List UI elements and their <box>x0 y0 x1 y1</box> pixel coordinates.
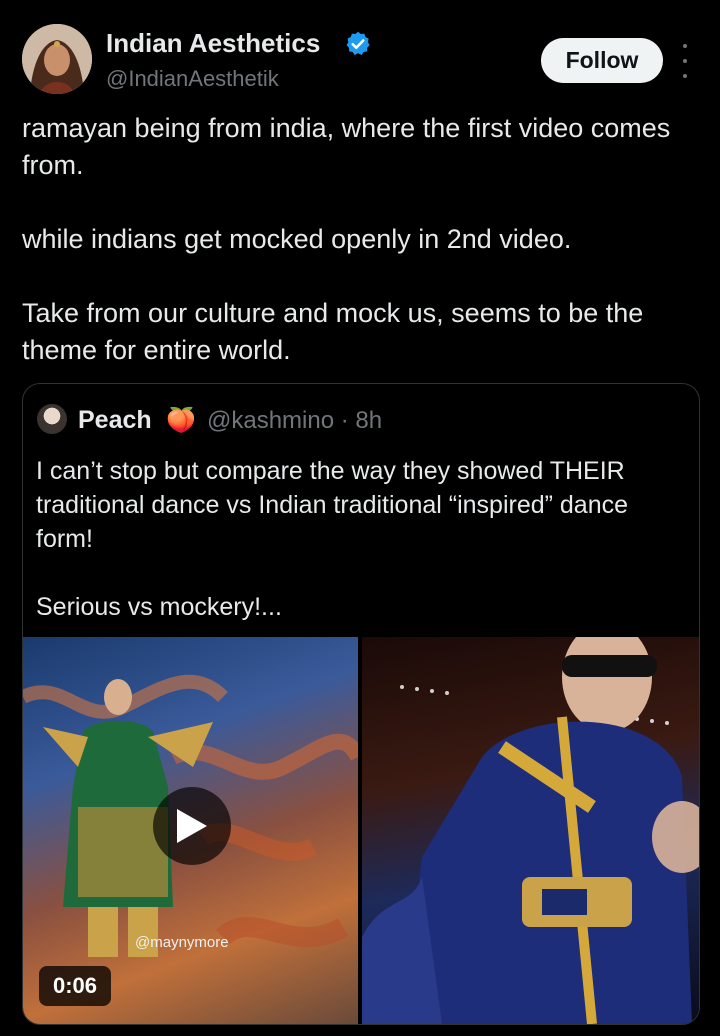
author-handle[interactable]: @IndianAesthetik <box>106 66 279 92</box>
quote-handle[interactable]: @kashmino <box>207 407 334 434</box>
video-watermark: @maynymore <box>135 934 229 951</box>
quote-text: I can’t stop but compare the way they sh… <box>36 454 686 624</box>
quoted-tweet[interactable]: Peach 🍑 @kashmino · 8h I can’t stop but … <box>22 383 700 1025</box>
quote-paragraph: I can’t stop but compare the way they sh… <box>36 457 629 553</box>
tweet-paragraph: while indians get mocked openly in 2nd v… <box>22 224 572 254</box>
play-icon[interactable] <box>153 787 231 865</box>
performer-image <box>362 637 699 1024</box>
more-options-icon[interactable] <box>675 44 695 78</box>
video-thumbnail[interactable]: @maynymore 0:06 <box>23 637 358 1024</box>
tweet-paragraph: ramayan being from india, where the firs… <box>22 113 671 180</box>
video-duration: 0:06 <box>39 966 112 1006</box>
author-name[interactable]: Indian Aesthetics <box>106 28 320 59</box>
follow-button[interactable]: Follow <box>541 38 663 83</box>
quote-time[interactable]: 8h <box>355 407 382 434</box>
image-thumbnail[interactable] <box>362 637 699 1024</box>
avatar[interactable] <box>22 24 92 94</box>
quote-avatar[interactable] <box>37 404 67 434</box>
meta-separator: · <box>340 407 349 434</box>
tweet-paragraph: Take from our culture and mock us, seems… <box>22 298 644 365</box>
quote-meta: @kashmino · 8h <box>207 407 382 435</box>
tweet-text: ramayan being from india, where the firs… <box>22 110 712 369</box>
quote-paragraph: Serious vs mockery!... <box>36 593 282 621</box>
quote-author-name[interactable]: Peach <box>78 406 152 435</box>
tweet-header: Indian Aesthetics @IndianAesthetik Follo… <box>0 0 720 110</box>
peach-emoji: 🍑 <box>166 407 196 434</box>
verified-badge-icon <box>344 30 372 58</box>
